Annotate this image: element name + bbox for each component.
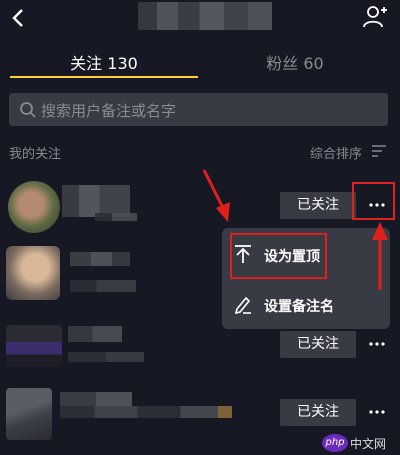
active-tab-indicator [10, 76, 198, 78]
search-icon [20, 102, 36, 118]
avatar[interactable] [8, 181, 60, 233]
search-input[interactable]: 搜索用户备注或名字 [9, 93, 388, 126]
watermark-logo: php [322, 434, 348, 452]
following-button[interactable]: 已关注 [280, 192, 356, 219]
watermark: php 中文网 [322, 434, 396, 452]
username-blurred [68, 326, 122, 342]
username-subtitle-blurred [68, 352, 144, 362]
back-icon[interactable] [8, 6, 28, 30]
username-blurred [70, 252, 130, 266]
red-arrow-up-icon [372, 222, 388, 290]
set-remark-menu-item[interactable]: 设置备注名 [222, 284, 390, 328]
username-blurred [60, 392, 132, 406]
page-title-blurred [138, 2, 272, 30]
avatar[interactable] [6, 246, 60, 300]
watermark-text: 中文网 [350, 437, 387, 451]
more-button[interactable] [365, 332, 389, 356]
avatar[interactable] [6, 325, 62, 367]
sort-icon[interactable] [372, 145, 386, 157]
add-user-icon[interactable] [362, 4, 388, 30]
tab-fans[interactable]: 粉丝 60 [200, 50, 390, 74]
highlight-pin-menu-item [230, 233, 327, 279]
username-blurred [95, 213, 137, 221]
section-label: 我的关注 [9, 147, 62, 162]
more-button[interactable] [365, 400, 389, 424]
username-subtitle-blurred [60, 406, 232, 418]
following-button[interactable]: 已关注 [280, 399, 356, 426]
edit-icon [234, 296, 251, 314]
tab-following[interactable]: 关注 130 [10, 50, 198, 74]
search-placeholder: 搜索用户备注或名字 [41, 102, 177, 120]
top-bar [0, 0, 400, 40]
red-arrow-down-icon [202, 169, 230, 222]
set-remark-label: 设置备注名 [264, 299, 334, 315]
more-icon [369, 410, 385, 414]
avatar[interactable] [6, 388, 52, 440]
username-subtitle-blurred [70, 280, 136, 292]
more-icon [369, 342, 385, 346]
highlight-more-button [352, 182, 395, 220]
sort-button[interactable]: 综合排序 [310, 143, 362, 162]
following-button[interactable]: 已关注 [280, 331, 356, 358]
tab-bar: 关注 130 粉丝 60 [0, 44, 400, 80]
